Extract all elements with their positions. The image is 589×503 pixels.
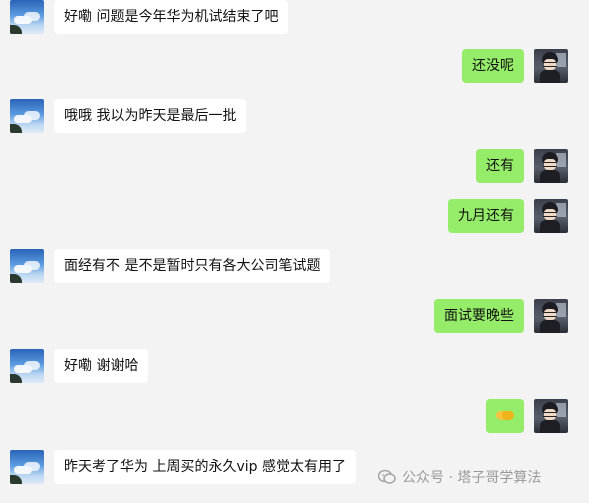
message-row-outgoing: 九月还有 (0, 199, 589, 239)
message-bubble-incoming[interactable]: 好嘞 谢谢哈 (54, 349, 149, 383)
sky-avatar[interactable] (10, 99, 44, 133)
message-bubble-outgoing[interactable]: 面试要晚些 (434, 299, 524, 333)
anime-avatar[interactable] (534, 299, 568, 333)
message-row-incoming: 哦哦 我以为昨天是最后一批 (0, 99, 589, 139)
watermark-text: 公众号 · 塔子哥学算法 (402, 470, 542, 486)
watermark: 公众号 · 塔子哥学算法 (377, 466, 542, 490)
message-bubble-outgoing[interactable]: 还有 (476, 149, 524, 183)
wechat-official-account-icon (377, 469, 396, 485)
anime-avatar[interactable] (534, 399, 568, 433)
message-bubble-outgoing[interactable]: 还没呢 (462, 49, 524, 83)
handshake-emoji-icon (496, 409, 514, 421)
message-row-outgoing: 还有 (0, 149, 589, 189)
message-row-incoming: 好嘞 问题是今年华为机试结束了吧 (0, 0, 589, 40)
message-row-outgoing (0, 399, 589, 439)
message-bubble-outgoing[interactable] (486, 399, 524, 433)
sky-avatar[interactable] (10, 349, 44, 383)
anime-avatar[interactable] (534, 149, 568, 183)
chat-window: 好嘞 问题是今年华为机试结束了吧 还没呢 哦哦 我以为昨天是最后一批 还有 九月… (0, 0, 589, 503)
message-bubble-outgoing[interactable]: 九月还有 (448, 199, 524, 233)
message-bubble-incoming[interactable]: 好嘞 问题是今年华为机试结束了吧 (54, 0, 289, 34)
anime-avatar[interactable] (534, 49, 568, 83)
message-bubble-incoming[interactable]: 昨天考了华为 上周买的永久vip 感觉太有用了 (54, 450, 356, 484)
anime-avatar[interactable] (534, 199, 568, 233)
message-row-incoming: 好嘞 谢谢哈 (0, 349, 589, 389)
message-bubble-incoming[interactable]: 面经有不 是不是暂时只有各大公司笔试题 (54, 249, 331, 283)
message-bubble-incoming[interactable]: 哦哦 我以为昨天是最后一批 (54, 99, 247, 133)
sky-avatar[interactable] (10, 249, 44, 283)
message-row-outgoing: 面试要晚些 (0, 299, 589, 339)
message-row-outgoing: 还没呢 (0, 49, 589, 89)
message-row-incoming: 面经有不 是不是暂时只有各大公司笔试题 (0, 249, 589, 289)
sky-avatar[interactable] (10, 450, 44, 484)
sky-avatar[interactable] (10, 0, 44, 34)
